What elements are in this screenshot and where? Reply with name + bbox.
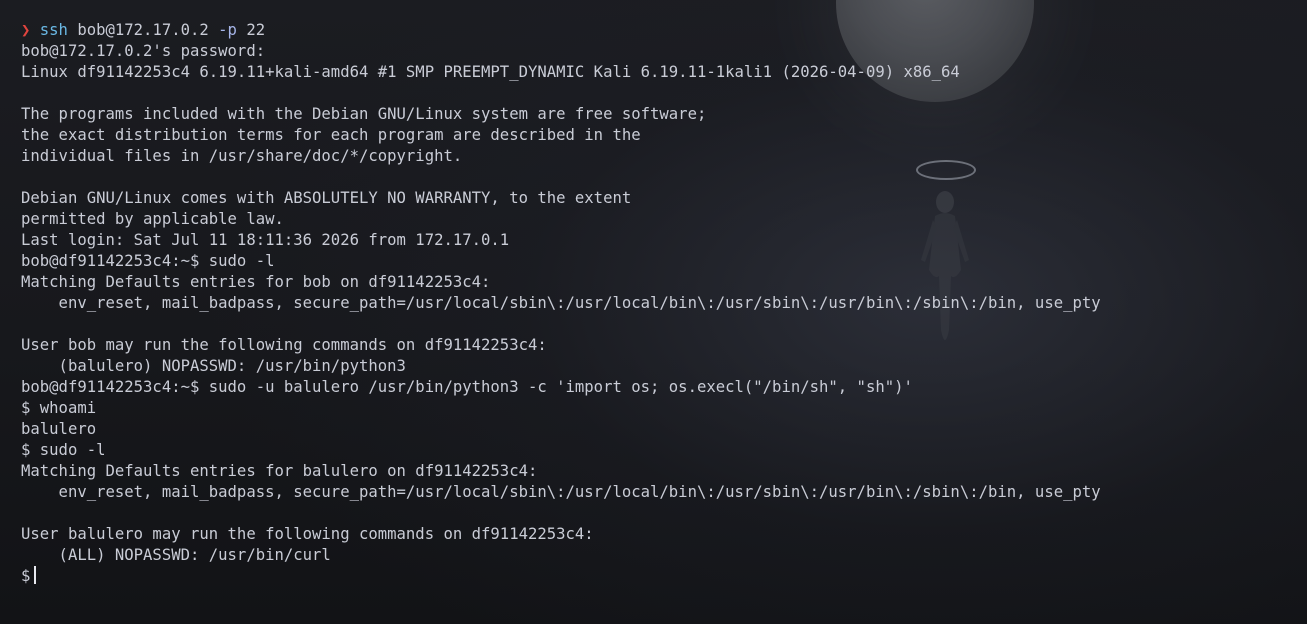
terminal-line: $ sudo -l [21,441,106,459]
text-cursor [34,566,37,584]
terminal-line: $ whoami [21,399,97,417]
terminal-line: the exact distribution terms for each pr… [21,126,641,144]
terminal-line: bob@df91142253c4:~$ sudo -u balulero /us… [21,378,913,396]
ssh-target: bob@172.17.0.2 [77,21,209,39]
ssh-command-line: ❯ ssh bob@172.17.0.2 -p 22 [21,20,1101,41]
output-lines: bob@172.17.0.2's password: Linux df911422… [21,41,1101,566]
terminal-line: User balulero may run the following comm… [21,525,594,543]
terminal-line: Matching Defaults entries for bob on df9… [21,273,491,291]
terminal-line: Matching Defaults entries for balulero o… [21,462,538,480]
terminal-line: balulero [21,420,97,438]
prompt-arrow-icon: ❯ [21,21,31,39]
ssh-command: ssh [39,21,68,39]
port-flag: -p [218,21,237,39]
port-number: 22 [246,21,266,39]
terminal-line: (balulero) NOPASSWD: /usr/bin/python3 [21,357,406,375]
terminal-line: Linux df91142253c4 6.19.11+kali-amd64 #1… [21,63,960,81]
terminal-line: (ALL) NOPASSWD: /usr/bin/curl [21,546,331,564]
terminal-line: Last login: Sat Jul 11 18:11:36 2026 fro… [21,231,510,249]
terminal-line: User bob may run the following commands … [21,336,547,354]
terminal-line: Debian GNU/Linux comes with ABSOLUTELY N… [21,189,632,207]
terminal-line: individual files in /usr/share/doc/*/cop… [21,147,463,165]
shell-prompt: $ [21,567,31,585]
terminal-output[interactable]: ❯ ssh bob@172.17.0.2 -p 22 bob@172.17.0.… [21,20,1101,587]
terminal-line: permitted by applicable law. [21,210,284,228]
terminal-line: bob@df91142253c4:~$ sudo -l [21,252,275,270]
terminal-line: bob@172.17.0.2's password: [21,42,266,60]
terminal-line: The programs included with the Debian GN… [21,105,707,123]
current-prompt-line[interactable]: $ [21,566,1101,587]
terminal-line: env_reset, mail_badpass, secure_path=/us… [21,294,1101,312]
terminal-line: env_reset, mail_badpass, secure_path=/us… [21,483,1101,501]
